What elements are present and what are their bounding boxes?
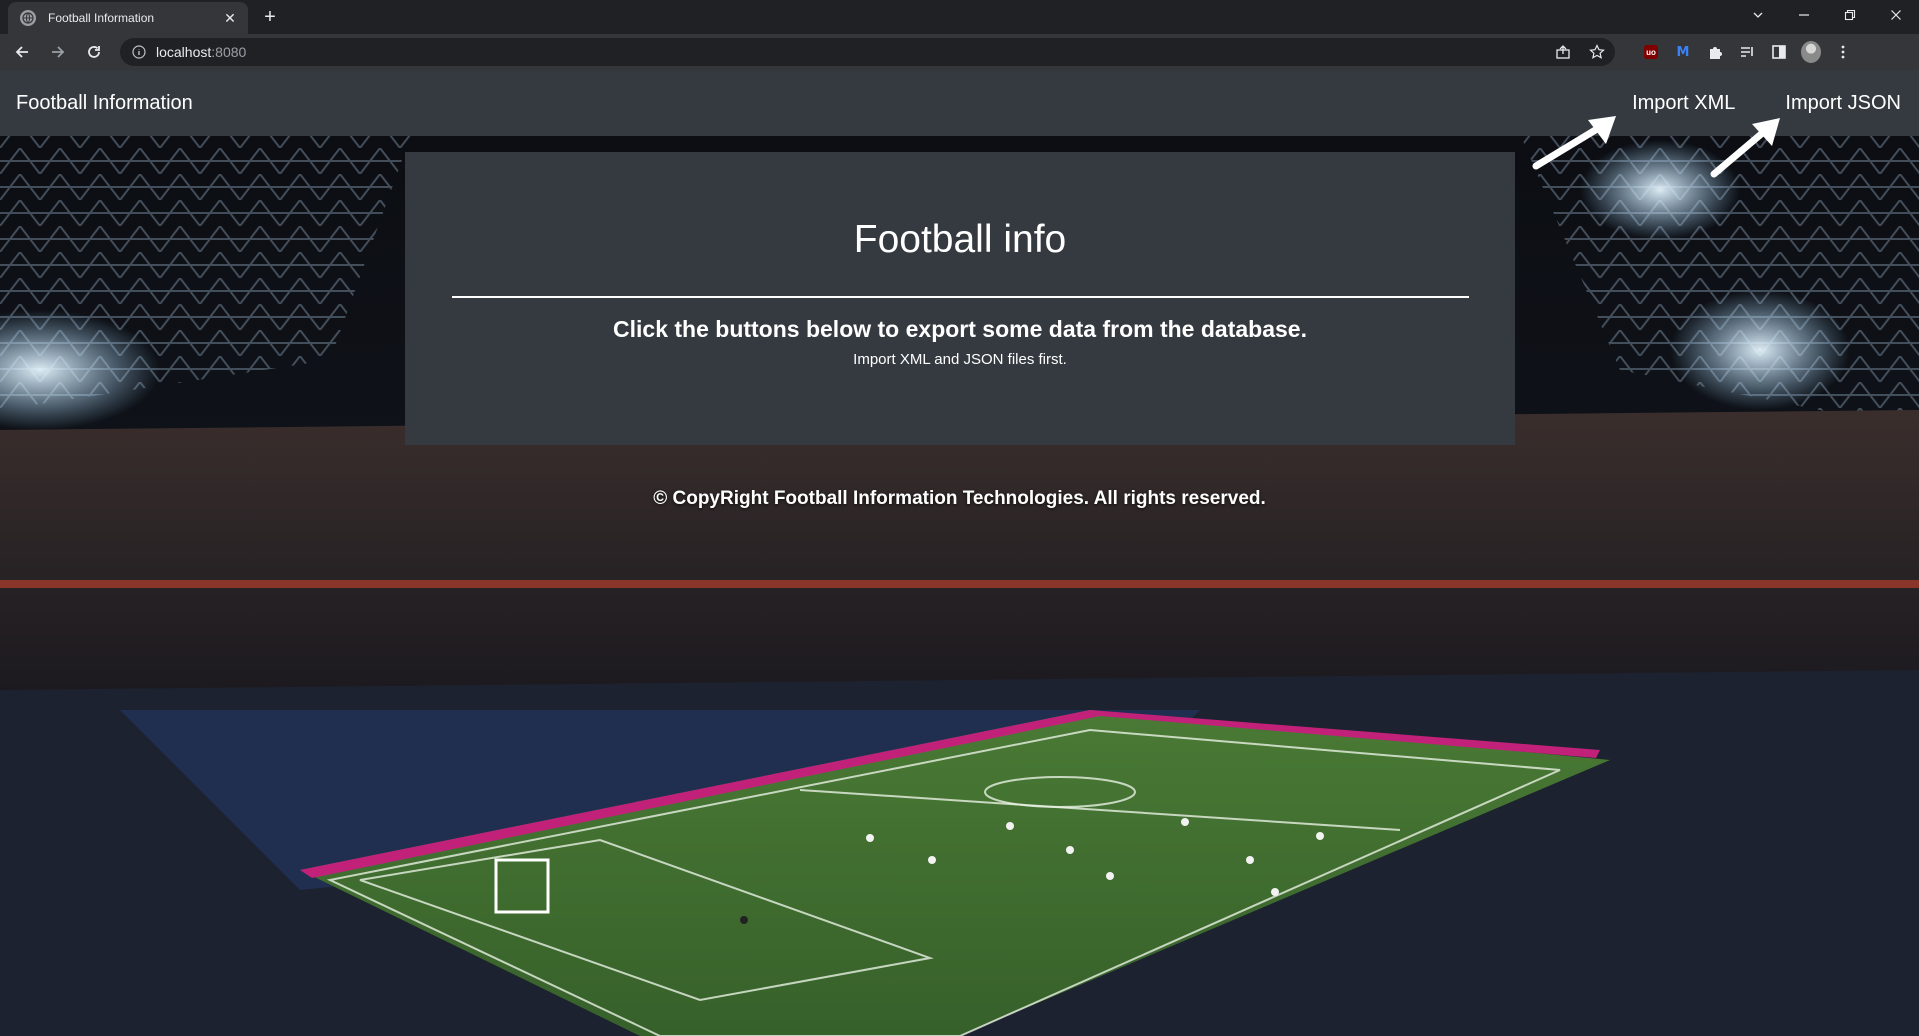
info-card: Football info Click the buttons below to… bbox=[405, 152, 1515, 445]
forward-icon[interactable] bbox=[44, 38, 72, 66]
address-bar[interactable]: localhost:8080 bbox=[120, 38, 1615, 66]
share-icon[interactable] bbox=[1553, 42, 1573, 62]
close-window-icon[interactable] bbox=[1873, 0, 1919, 30]
minimize-icon[interactable] bbox=[1781, 0, 1827, 30]
card-note-text: Import XML and JSON files first. bbox=[853, 351, 1067, 368]
info-icon[interactable] bbox=[132, 45, 146, 59]
profile-avatar[interactable] bbox=[1801, 41, 1821, 63]
arrow-annotation-xml bbox=[1532, 116, 1616, 170]
reload-icon[interactable] bbox=[80, 38, 108, 66]
window-controls bbox=[1735, 0, 1919, 30]
bookmark-star-icon[interactable] bbox=[1587, 42, 1607, 62]
tab-search-icon[interactable] bbox=[1735, 0, 1781, 30]
browser-tab[interactable]: Football Information ✕ bbox=[8, 2, 248, 34]
globe-icon bbox=[20, 10, 36, 26]
close-tab-icon[interactable]: ✕ bbox=[222, 10, 238, 26]
site-navbar: Football Information Import XML Import J… bbox=[0, 70, 1919, 136]
copyright-footer: © CopyRight Football Information Technol… bbox=[653, 488, 1266, 509]
url-text: localhost:8080 bbox=[156, 44, 246, 60]
kebab-menu-icon[interactable] bbox=[1833, 42, 1853, 62]
side-panel-icon[interactable] bbox=[1769, 42, 1789, 62]
tab-title: Football Information bbox=[48, 11, 155, 25]
restore-icon[interactable] bbox=[1827, 0, 1873, 30]
arrow-annotation-json bbox=[1710, 118, 1780, 178]
url-host: localhost bbox=[156, 44, 212, 60]
title-divider bbox=[451, 296, 1469, 298]
import-xml-link[interactable]: Import XML bbox=[1632, 92, 1735, 115]
back-icon[interactable] bbox=[8, 38, 36, 66]
ublock-extension-icon[interactable]: uo bbox=[1641, 42, 1661, 62]
page-title: Football info bbox=[853, 218, 1067, 261]
card-lead-text: Click the buttons below to export some d… bbox=[613, 316, 1307, 342]
m-extension-icon[interactable]: M bbox=[1673, 42, 1693, 62]
navbar-links: Import XML Import JSON bbox=[1582, 92, 1901, 115]
url-port: :8080 bbox=[211, 44, 247, 60]
browser-tabstrip: Football Information ✕ + bbox=[0, 0, 1919, 34]
extensions-puzzle-icon[interactable] bbox=[1705, 42, 1725, 62]
import-json-link[interactable]: Import JSON bbox=[1785, 92, 1901, 115]
browser-toolbar: localhost:8080 uo M bbox=[0, 34, 1919, 70]
page-viewport: Football Information Import XML Import J… bbox=[0, 70, 1919, 1036]
new-tab-button[interactable]: + bbox=[258, 6, 282, 30]
navbar-brand[interactable]: Football Information bbox=[16, 92, 193, 115]
reading-list-icon[interactable] bbox=[1737, 42, 1757, 62]
